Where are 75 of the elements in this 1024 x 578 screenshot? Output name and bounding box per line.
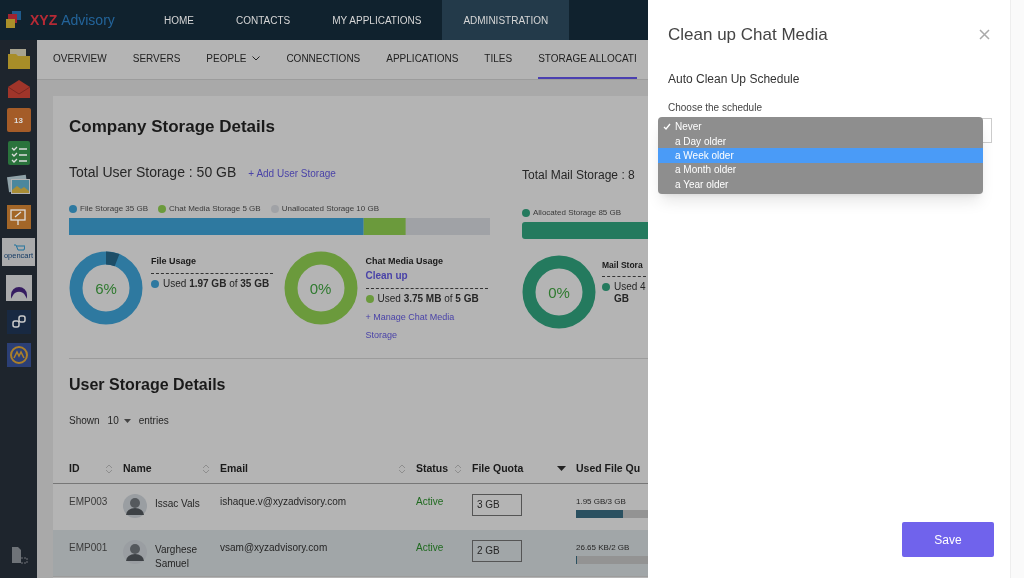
nav-link[interactable]: MY APPLICATIONS [311,0,443,40]
section-title: User Storage Details [69,375,227,395]
legend-label: Unallocated Storage 10 GB [281,202,380,215]
whiteboard-icon[interactable] [6,205,31,229]
save-button[interactable]: Save [902,522,994,557]
storage-total: Total Mail Storage : 8 [522,167,635,182]
mail-icon[interactable] [6,79,31,99]
avatar [123,540,147,564]
field-label: Choose the schedule [668,100,763,115]
column-header[interactable]: Status [416,460,472,477]
shown-label: Shown [69,414,100,428]
link-icon[interactable] [6,310,31,334]
add-storage-link[interactable]: + Add User Storage [248,165,336,181]
usage-used: GB [614,293,630,306]
column-header[interactable]: File Quota [472,460,576,477]
panel-title: Clean up Chat Media [668,24,828,46]
section-title: Company Storage Details [69,116,276,138]
status-label: Active [416,495,445,509]
table-cell-text: EMP001 [69,541,109,555]
column-header[interactable]: ID [69,460,123,477]
legend-label: Allocated Storage 85 GB [533,206,622,219]
nav-link[interactable]: ADMINISTRATION [442,0,570,40]
chevron-down-icon [252,56,261,61]
table-cell-text: Issac Vals [155,497,201,511]
table-cell-text: 1.95 GB/3 GB [576,496,627,508]
usage-percent: 0% [309,280,332,295]
nav-link[interactable]: HOME [143,0,215,40]
column-header[interactable]: Name [123,460,220,477]
storage-total: Total User Storage : 50 GB [69,162,237,182]
exit-icon[interactable] [9,546,28,564]
legend-label: Chat Media Storage 5 GB [169,202,261,215]
column-header[interactable]: Email [220,460,416,477]
tab[interactable]: CONNECTIONS [286,40,361,79]
usage-percent: 6% [95,280,117,295]
checklist-icon[interactable] [7,141,30,165]
tab[interactable]: STORAGE ALLOCATI [538,40,637,79]
brand-name: XYZ Advisory [30,10,115,30]
usage-used: Used 4 [614,281,646,294]
legend-label: File Storage 35 GB [80,202,149,215]
photos-icon[interactable] [6,174,31,196]
crescent-icon[interactable] [5,275,32,301]
table-cell-text: Varghese Samuel [155,543,199,571]
caret-down-icon[interactable] [557,466,566,471]
table-cell-text: vsam@xyzadvisory.com [220,541,329,555]
tab[interactable]: TILES [484,40,513,79]
section-heading: Auto Clean Up Schedule [668,70,801,88]
usage-title: Mail Stora [602,258,644,272]
folder-icon[interactable] [6,48,31,70]
quota-field[interactable]: 2 GB [472,540,522,562]
usage-percent: 0% [548,284,570,299]
quota-field[interactable]: 3 GB [472,494,522,516]
usage-title: File Usage [151,254,198,268]
usage-title: Chat Media Usage [365,254,445,268]
table-cell-text: ishaque.v@xyzadvisory.com [220,495,348,509]
table-row[interactable]: EMP001 Varghese Samuel vsam@xyzadvisory.com Active 2 GB 26.65 KB/2 GB [53,530,648,576]
tab[interactable]: OVERVIEW [53,40,107,79]
usage-used: Used 3.75 MB of 5 GB [377,293,479,305]
status-label: Active [416,541,445,555]
check-icon [662,123,671,131]
usage-used: Used 1.97 GB of 35 GB [163,278,270,290]
calendar-icon[interactable]: 13 [6,108,31,132]
table-cell-text: 26.65 KB/2 GB [576,542,631,554]
clean-up-link[interactable]: Clean up [365,268,488,283]
page-size-select[interactable]: 10 [107,413,131,428]
caret-down-icon [123,418,131,423]
tab[interactable]: APPLICATIONS [386,40,459,79]
avatar [123,494,147,518]
tab[interactable]: SERVERS [132,40,181,79]
gauge-icon[interactable] [6,343,31,367]
table-cell-text: EMP003 [69,495,109,509]
manage-storage-link[interactable]: + Manage Chat Media Storage [365,308,488,344]
entries-label: entries [138,414,169,428]
tab[interactable]: PEOPLE [206,40,261,79]
column-header[interactable]: Used File Qu [576,460,648,477]
nav-link[interactable]: CONTACTS [215,0,312,40]
